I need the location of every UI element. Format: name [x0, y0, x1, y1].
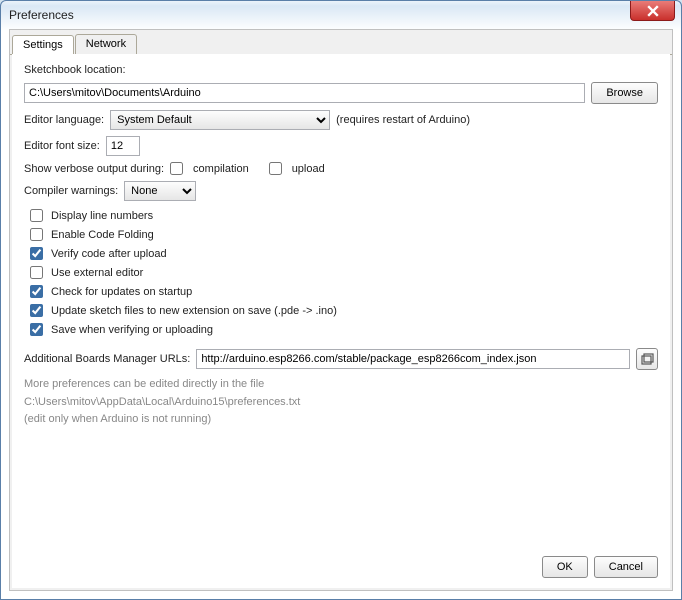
boards-url-edit-button[interactable]	[636, 348, 658, 370]
fontsize-input[interactable]	[106, 136, 140, 156]
update-ext-label: Update sketch files to new extension on …	[51, 305, 337, 317]
close-button[interactable]	[630, 1, 675, 21]
verbose-compilation-checkbox[interactable]	[170, 162, 183, 175]
footer-note: More preferences can be edited directly …	[24, 376, 658, 429]
line-numbers-checkbox[interactable]	[30, 209, 43, 222]
language-select[interactable]: System Default	[110, 110, 330, 130]
update-ext-checkbox[interactable]	[30, 304, 43, 317]
browse-button[interactable]: Browse	[591, 82, 658, 104]
sketchbook-input[interactable]	[24, 83, 585, 103]
window-title: Preferences	[9, 8, 74, 22]
dialog-buttons: OK Cancel	[542, 556, 658, 578]
close-icon	[647, 5, 659, 17]
note-line-2: C:\Users\mitov\AppData\Local\Arduino15\p…	[24, 394, 658, 412]
boards-label: Additional Boards Manager URLs:	[24, 353, 190, 365]
content-area: Settings Network Sketchbook location: Br…	[9, 29, 673, 591]
check-updates-checkbox[interactable]	[30, 285, 43, 298]
options-list: Display line numbers Enable Code Folding…	[30, 209, 658, 336]
fontsize-label: Editor font size:	[24, 140, 100, 152]
sketchbook-label: Sketchbook location:	[24, 64, 126, 76]
save-verify-checkbox[interactable]	[30, 323, 43, 336]
language-label: Editor language:	[24, 114, 104, 126]
boards-url-input[interactable]	[196, 349, 630, 369]
cancel-button[interactable]: Cancel	[594, 556, 658, 578]
code-folding-label: Enable Code Folding	[51, 229, 154, 241]
window-icon	[641, 353, 654, 366]
external-editor-checkbox[interactable]	[30, 266, 43, 279]
code-folding-checkbox[interactable]	[30, 228, 43, 241]
check-updates-label: Check for updates on startup	[51, 286, 192, 298]
tab-network[interactable]: Network	[75, 34, 137, 54]
save-verify-label: Save when verifying or uploading	[51, 324, 213, 336]
verbose-upload-checkbox[interactable]	[269, 162, 282, 175]
verify-upload-checkbox[interactable]	[30, 247, 43, 260]
line-numbers-label: Display line numbers	[51, 210, 153, 222]
preferences-window: Preferences Settings Network Sketchbook …	[0, 0, 682, 600]
ok-button[interactable]: OK	[542, 556, 588, 578]
verbose-compilation-label: compilation	[193, 163, 249, 175]
verbose-upload-label: upload	[292, 163, 325, 175]
tab-settings[interactable]: Settings	[12, 35, 74, 55]
verbose-label: Show verbose output during:	[24, 163, 164, 175]
language-note: (requires restart of Arduino)	[336, 114, 470, 126]
note-line-3: (edit only when Arduino is not running)	[24, 411, 658, 429]
settings-pane: Sketchbook location: Browse Editor langu…	[12, 54, 670, 588]
external-editor-label: Use external editor	[51, 267, 143, 279]
warnings-select[interactable]: None	[124, 181, 196, 201]
verify-upload-label: Verify code after upload	[51, 248, 167, 260]
tab-bar: Settings Network	[10, 30, 672, 55]
warnings-label: Compiler warnings:	[24, 185, 118, 197]
note-line-1: More preferences can be edited directly …	[24, 376, 658, 394]
titlebar: Preferences	[1, 1, 681, 29]
